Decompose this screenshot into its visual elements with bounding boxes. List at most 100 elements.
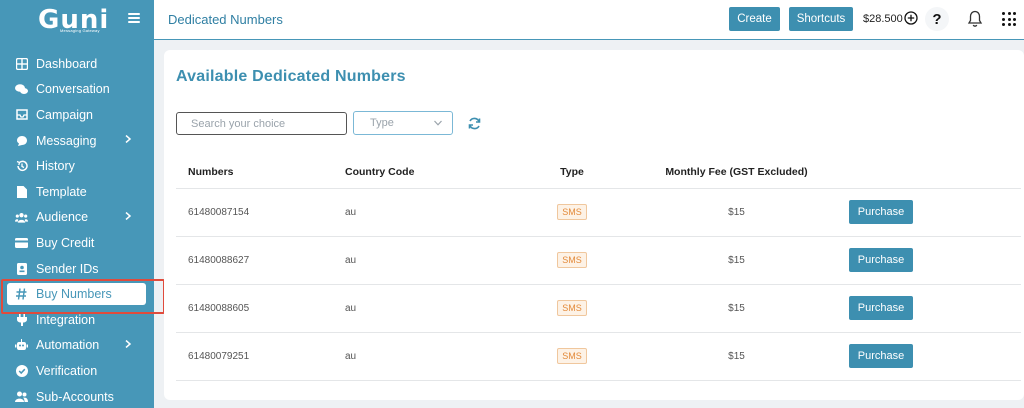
column-header: Type — [514, 156, 624, 189]
sidebar-item-audience[interactable]: Audience — [0, 205, 154, 231]
inbox-icon — [15, 108, 28, 121]
type-select-placeholder: Type — [370, 117, 394, 129]
action-cell: Purchase — [849, 236, 1021, 285]
robot-icon — [15, 339, 28, 352]
sidebar-item-label: Verification — [36, 363, 98, 378]
type-badge: SMS — [557, 348, 587, 364]
sidebar-item-label: Dashboard — [36, 56, 98, 71]
sidebar-item-label: Integration — [36, 312, 96, 327]
table-header-row: Numbers Country Code Type Monthly Fee (G… — [176, 156, 1021, 189]
apps-grid-icon[interactable] — [1002, 12, 1016, 26]
sidebar-item-label: History — [36, 159, 75, 174]
sidebar-nav: Dashboard Conversation Campaign Messagin… — [0, 51, 154, 408]
sidebar-item-label: Campaign — [36, 107, 93, 122]
sidebar-item-campaign[interactable]: Campaign — [0, 102, 154, 128]
type-badge: SMS — [557, 252, 587, 268]
type-cell: SMS — [514, 236, 624, 285]
credit-card-icon — [15, 236, 28, 249]
sidebar-item-history[interactable]: History — [0, 153, 154, 179]
country-cell: au — [345, 188, 514, 237]
sidebar-item-label: Buy Numbers — [36, 287, 112, 302]
chevron-down-icon — [434, 120, 442, 126]
top-bar: Dedicated Numbers Create Shortcuts $28.5… — [154, 0, 1024, 40]
number-cell: 61480079251 — [176, 332, 345, 381]
brand[interactable]: Guni Messaging Gateway — [0, 0, 154, 40]
plug-icon — [15, 313, 28, 327]
type-badge: SMS — [557, 204, 587, 220]
country-cell: au — [345, 236, 514, 285]
section-title: Available Dedicated Numbers — [176, 68, 406, 85]
type-select[interactable]: Type — [353, 111, 453, 135]
table-row: 61480088627 au SMS $15 Purchase — [176, 236, 1021, 285]
purchase-button[interactable]: Purchase — [849, 344, 913, 368]
refresh-icon[interactable] — [468, 117, 481, 130]
sidebar: Guni Messaging Gateway Dashboard Convers… — [0, 0, 165, 408]
check-circle-icon — [15, 364, 28, 377]
fee-cell: $15 — [624, 332, 849, 381]
sidebar-item-label: Buy Credit — [36, 235, 95, 250]
sidebar-item-label: Conversation — [36, 82, 110, 97]
sidebar-item-buy-numbers[interactable]: Buy Numbers — [7, 283, 146, 306]
number-cell: 61480088605 — [176, 284, 345, 333]
table-row: 61480088605 au SMS $15 Purchase — [176, 284, 1021, 333]
action-cell: Purchase — [849, 284, 1021, 333]
action-cell: Purchase — [849, 188, 1021, 237]
number-cell: 61480088627 — [176, 236, 345, 285]
fee-cell: $15 — [624, 284, 849, 333]
type-cell: SMS — [514, 284, 624, 333]
help-icon[interactable]: ? — [925, 7, 949, 31]
bell-icon[interactable] — [967, 10, 983, 28]
numbers-table: Numbers Country Code Type Monthly Fee (G… — [176, 156, 1021, 381]
sidebar-item-conversation[interactable]: Conversation — [0, 77, 154, 103]
purchase-button[interactable]: Purchase — [849, 248, 913, 272]
sidebar-item-label: Messaging — [36, 133, 97, 148]
logo-tagline: Messaging Gateway — [60, 28, 100, 33]
search-input[interactable]: Search your choice — [176, 112, 347, 135]
sidebar-item-verification[interactable]: Verification — [0, 358, 154, 384]
sidebar-item-template[interactable]: Template — [0, 179, 154, 205]
purchase-button[interactable]: Purchase — [849, 296, 913, 320]
id-card-icon — [15, 262, 28, 275]
hamburger-menu-icon[interactable] — [128, 12, 140, 24]
table-row: 61480087154 au SMS $15 Purchase — [176, 188, 1021, 237]
sidebar-item-sub-accounts[interactable]: Sub-Accounts — [0, 384, 154, 408]
sidebar-item-automation[interactable]: Automation — [0, 333, 154, 359]
sidebar-item-label: Audience — [36, 210, 89, 225]
table-row: 61480079251 au SMS $15 Purchase — [176, 332, 1021, 381]
type-badge: SMS — [557, 300, 587, 316]
shortcuts-button[interactable]: Shortcuts — [789, 7, 853, 31]
dashboard-icon — [15, 57, 28, 70]
sidebar-item-sender-ids[interactable]: Sender IDs — [0, 256, 154, 282]
history-icon — [15, 160, 28, 173]
action-cell: Purchase — [849, 332, 1021, 381]
column-header: Monthly Fee (GST Excluded) — [624, 156, 849, 189]
sidebar-item-messaging[interactable]: Messaging — [0, 128, 154, 154]
sidebar-item-label: Sub-Accounts — [36, 389, 114, 404]
country-cell: au — [345, 332, 514, 381]
chevron-right-icon — [125, 211, 132, 220]
create-button[interactable]: Create — [729, 7, 780, 31]
users-icon — [15, 211, 28, 224]
sidebar-item-dashboard[interactable]: Dashboard — [0, 51, 154, 77]
sidebar-item-label: Template — [36, 184, 87, 199]
type-cell: SMS — [514, 188, 624, 237]
country-cell: au — [345, 284, 514, 333]
sidebar-item-integration[interactable]: Integration — [0, 307, 154, 333]
credit-balance: $28.500 — [863, 13, 903, 25]
numbers-card: Available Dedicated Numbers Search your … — [164, 50, 1024, 400]
chevron-right-icon — [125, 339, 132, 348]
add-credit-icon[interactable] — [904, 11, 918, 25]
column-header-action — [849, 156, 1021, 189]
message-icon — [15, 134, 28, 147]
sidebar-item-label: Automation — [36, 338, 100, 353]
chat-icon — [15, 83, 28, 96]
hash-icon — [15, 288, 28, 301]
sidebar-item-buy-credit[interactable]: Buy Credit — [0, 230, 154, 256]
fee-cell: $15 — [624, 236, 849, 285]
fee-cell: $15 — [624, 188, 849, 237]
number-cell: 61480087154 — [176, 188, 345, 237]
type-cell: SMS — [514, 332, 624, 381]
column-header: Country Code — [345, 156, 514, 189]
purchase-button[interactable]: Purchase — [849, 200, 913, 224]
sidebar-item-label: Sender IDs — [36, 261, 99, 276]
